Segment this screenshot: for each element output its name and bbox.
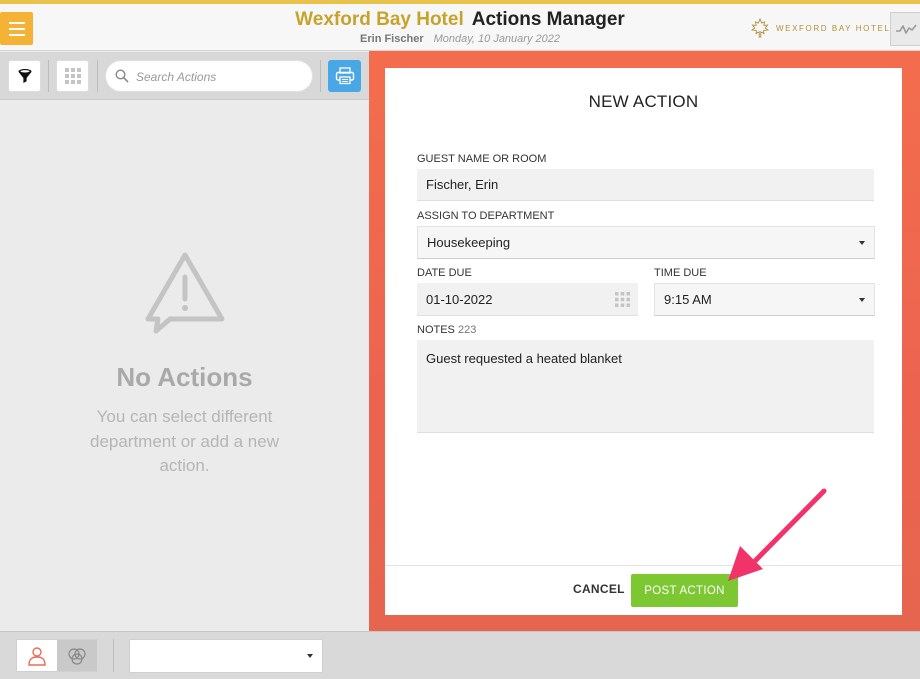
logo-text: WEXFORD BAY HOTEL — [776, 23, 891, 33]
activity-button[interactable] — [890, 12, 920, 46]
notes-char-count: 223 — [457, 324, 477, 336]
date-due-value: 01-10-2022 — [426, 291, 493, 307]
time-due-label: TIME DUE — [654, 267, 707, 279]
print-button[interactable] — [328, 60, 361, 92]
search-input[interactable] — [136, 67, 306, 87]
circles-icon — [68, 647, 86, 665]
actions-list-pane: No Actions You can select different depa… — [0, 101, 369, 631]
warning-message-icon — [145, 252, 224, 334]
date-due-label: DATE DUE — [417, 267, 472, 279]
time-due-select[interactable]: 9:15 AM — [654, 283, 875, 316]
hotel-logo: WEXFORD BAY HOTEL — [750, 18, 890, 38]
grid-view-button[interactable] — [56, 60, 89, 92]
department-select[interactable]: Housekeeping — [417, 226, 875, 259]
toolbar-divider — [97, 60, 98, 92]
bottom-bar — [0, 631, 920, 679]
notes-label: NOTES 223 — [417, 324, 476, 336]
notes-textarea[interactable]: Guest requested a heated blanket — [417, 340, 874, 433]
department-filter-select[interactable] — [129, 639, 323, 673]
calendar-grid-icon[interactable] — [615, 292, 630, 307]
guest-label: GUEST NAME OR ROOM — [417, 153, 547, 165]
notes-value: Guest requested a heated blanket — [426, 351, 622, 366]
time-due-value: 9:15 AM — [664, 292, 712, 307]
person-icon — [28, 646, 46, 666]
current-date: Monday, 10 January 2022 — [433, 33, 560, 45]
group-actions-toggle[interactable] — [57, 640, 97, 671]
filter-button[interactable] — [8, 60, 41, 92]
toolbar-divider — [48, 60, 49, 92]
my-actions-toggle[interactable] — [17, 640, 57, 671]
guest-name-field[interactable]: Fischer, Erin — [417, 169, 874, 201]
hotel-name: Wexford Bay Hotel — [295, 9, 464, 30]
user-name: Erin Fischer — [360, 33, 424, 45]
funnel-icon — [18, 69, 31, 83]
maple-leaf-icon — [750, 18, 770, 38]
empty-state-message: You can select different department or a… — [89, 407, 279, 475]
guest-name-value: Fischer, Erin — [426, 177, 499, 192]
chevron-down-icon — [859, 297, 865, 302]
activity-pulse-icon — [895, 24, 917, 34]
bottom-divider — [113, 639, 114, 672]
list-toolbar — [0, 52, 369, 100]
app-name: Actions Manager — [471, 9, 625, 30]
cancel-button[interactable]: CANCEL — [573, 582, 625, 596]
empty-state: No Actions You can select different depa… — [0, 251, 369, 479]
grid-icon — [64, 68, 81, 84]
chevron-down-icon — [307, 654, 313, 658]
toolbar-divider — [320, 60, 321, 92]
app-header: Wexford Bay Hotel Actions Manager Erin Fi… — [0, 4, 920, 51]
date-due-field[interactable]: 01-10-2022 — [417, 283, 638, 316]
annotation-arrow — [728, 488, 827, 581]
search-icon — [115, 69, 129, 83]
view-toggle — [16, 639, 97, 672]
notes-label-text: NOTES — [417, 324, 455, 336]
empty-state-title: No Actions — [116, 362, 253, 392]
chevron-down-icon — [859, 240, 865, 245]
printer-icon — [335, 67, 354, 85]
form-title: NEW ACTION — [588, 92, 699, 111]
department-value: Housekeeping — [427, 235, 511, 250]
department-label: ASSIGN TO DEPARTMENT — [417, 210, 555, 222]
search-box — [105, 60, 313, 92]
